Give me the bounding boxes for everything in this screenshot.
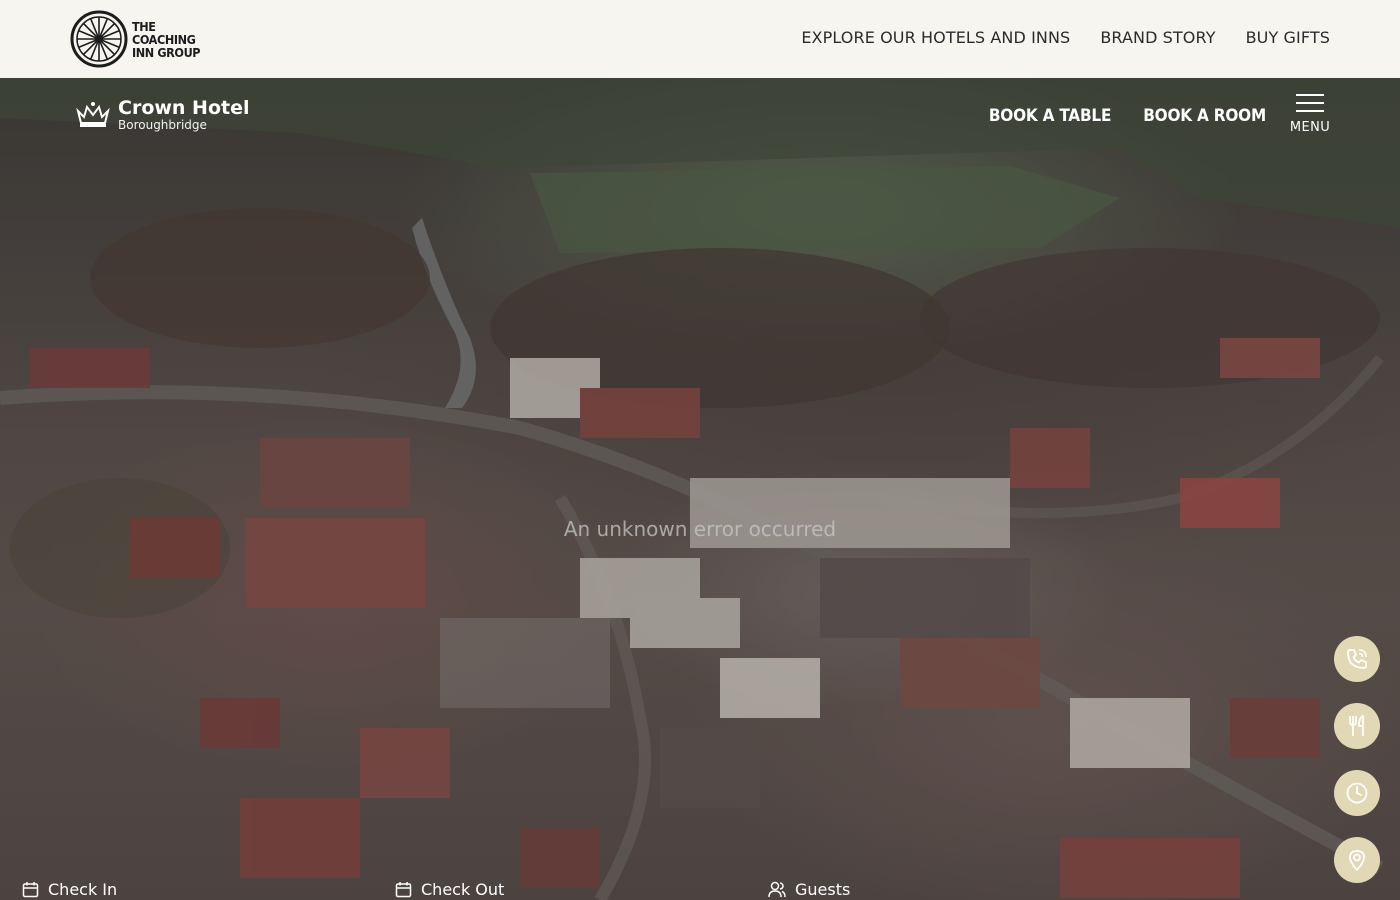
guests-icon xyxy=(768,881,786,898)
check-in-label: Check In xyxy=(48,880,118,899)
booking-bar: Check In Check Out Guests xyxy=(0,880,1400,900)
hero-video: Crown Hotel Boroughbridge BOOK A TABLE B… xyxy=(0,78,1400,900)
opening-hours-button[interactable] xyxy=(1334,770,1380,816)
phone-icon xyxy=(1347,649,1367,669)
menu-button[interactable]: MENU xyxy=(1290,92,1330,135)
crown-hotel-logo[interactable]: Crown Hotel Boroughbridge xyxy=(76,98,250,132)
hamburger-icon xyxy=(1296,92,1324,114)
menu-label: MENU xyxy=(1289,120,1331,135)
location-pin-icon xyxy=(1349,850,1365,871)
check-in-field[interactable]: Check In xyxy=(22,880,117,899)
wagon-wheel-icon xyxy=(70,10,128,68)
book-table-link[interactable]: BOOK A TABLE xyxy=(989,106,1112,126)
hotel-name: Crown Hotel xyxy=(118,97,250,119)
hero-overlay xyxy=(0,78,1400,900)
nav-brand-story[interactable]: BRAND STORY xyxy=(1100,28,1215,47)
quick-actions xyxy=(1334,636,1380,883)
guests-field[interactable]: Guests xyxy=(768,880,850,899)
video-error-message: An unknown error occurred xyxy=(563,517,837,541)
location-button[interactable] xyxy=(1334,837,1380,883)
coaching-inn-group-logo[interactable]: THE COACHING INN GROUP xyxy=(70,10,202,68)
cutlery-icon xyxy=(1349,715,1364,736)
dining-button[interactable] xyxy=(1334,703,1380,749)
hotel-nav: BOOK A TABLE BOOK A ROOM MENU xyxy=(989,92,1330,135)
calendar-icon xyxy=(395,882,412,898)
clock-icon xyxy=(1346,782,1368,804)
guests-label: Guests xyxy=(795,880,851,899)
group-logo-text: THE COACHING INN GROUP xyxy=(132,18,201,60)
crown-icon xyxy=(76,102,110,127)
hotel-location: Boroughbridge xyxy=(118,118,207,132)
check-out-label: Check Out xyxy=(421,880,505,899)
group-nav: EXPLORE OUR HOTELS AND INNS BRAND STORY … xyxy=(801,28,1330,47)
nav-explore-hotels[interactable]: EXPLORE OUR HOTELS AND INNS xyxy=(801,28,1070,47)
call-button[interactable] xyxy=(1334,636,1380,682)
book-room-link[interactable]: BOOK A ROOM xyxy=(1143,106,1266,126)
nav-buy-gifts[interactable]: BUY GIFTS xyxy=(1246,28,1330,47)
check-out-field[interactable]: Check Out xyxy=(395,880,504,899)
group-header: THE COACHING INN GROUP EXPLORE OUR HOTEL… xyxy=(0,0,1400,78)
calendar-icon xyxy=(22,882,39,898)
